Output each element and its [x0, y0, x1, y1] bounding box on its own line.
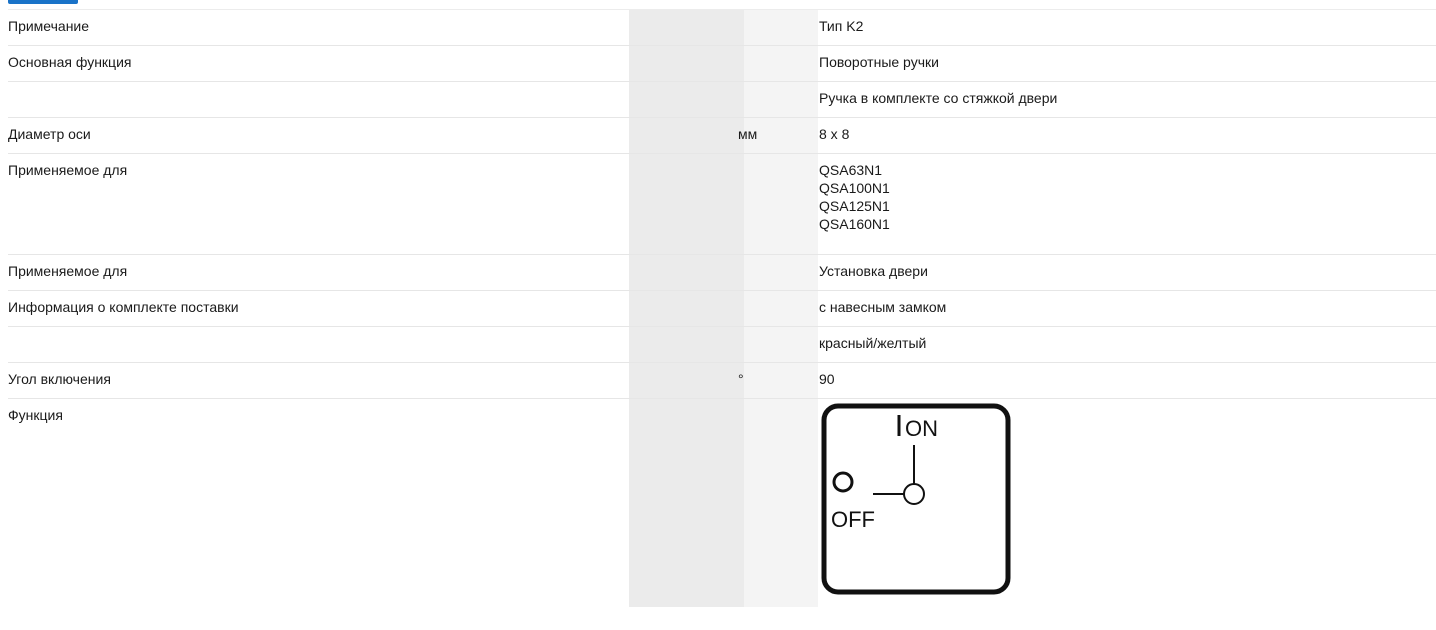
switch-function-diagram: ON OFF: [821, 403, 1011, 595]
spacer-cell: [629, 81, 744, 118]
spacer-cell: [629, 326, 744, 363]
spacer-cell: [629, 290, 744, 327]
table-row: Функция ON OFF: [8, 398, 1436, 607]
row-value: QSA125N1: [819, 198, 890, 214]
table-row: Примечание Тип K2: [8, 9, 1436, 46]
spacer-cell: [629, 362, 744, 399]
row-value: Установка двери: [819, 263, 928, 279]
spacer-cell: [629, 153, 744, 255]
on-label: ON: [905, 416, 938, 441]
row-label: Диаметр оси: [8, 126, 91, 142]
table-row: Основная функция Поворотные ручки: [8, 45, 1436, 82]
spacer-cell: [629, 398, 744, 607]
off-mark-circle: [832, 471, 854, 493]
row-value: 90: [819, 371, 835, 387]
table-row: Ручка в комплекте со стяжкой двери: [8, 81, 1436, 118]
spacer-cell: [629, 9, 744, 46]
table-row: красный/желтый: [8, 326, 1436, 363]
spacer-cell: [629, 254, 744, 291]
table-row: Применяемое для Установка двери: [8, 254, 1436, 291]
row-label: Применяемое для: [8, 162, 128, 178]
row-value: с навесным замком: [819, 299, 947, 315]
spacer-cell: [629, 45, 744, 82]
row-label: Примечание: [8, 18, 90, 34]
row-label: Основная функция: [8, 54, 132, 70]
table-row: Информация о комплекте поставки с навесн…: [8, 290, 1436, 327]
row-value: красный/желтый: [819, 335, 927, 351]
row-value: QSA160N1: [819, 216, 890, 232]
table-row: Диаметр оси мм 8 x 8: [8, 117, 1436, 154]
row-label: Информация о комплекте поставки: [8, 299, 239, 315]
row-unit: мм: [738, 126, 758, 142]
switch-pivot-circle: [903, 483, 925, 505]
row-value: QSA100N1: [819, 180, 890, 196]
off-label: OFF: [831, 507, 875, 532]
table-row: Угол включения ° 90: [8, 362, 1436, 399]
spacer-cell: [629, 117, 744, 154]
row-value: QSA63N1: [819, 162, 883, 178]
row-label: Функция: [8, 407, 63, 423]
spec-table: Примечание Тип K2 Основная функция Повор…: [8, 9, 1436, 607]
table-row: Применяемое для QSA63N1 QSA100N1 QSA125N…: [8, 153, 1436, 255]
section-title-accent: [8, 0, 78, 4]
row-value: Тип K2: [819, 18, 864, 34]
row-unit: °: [738, 371, 744, 387]
header-accent: [0, 0, 1436, 9]
row-value: Ручка в комплекте со стяжкой двери: [819, 90, 1058, 106]
row-value: 8 x 8: [819, 126, 850, 142]
row-label: Угол включения: [8, 371, 111, 387]
row-label: Применяемое для: [8, 263, 128, 279]
row-value: Поворотные ручки: [819, 54, 939, 70]
